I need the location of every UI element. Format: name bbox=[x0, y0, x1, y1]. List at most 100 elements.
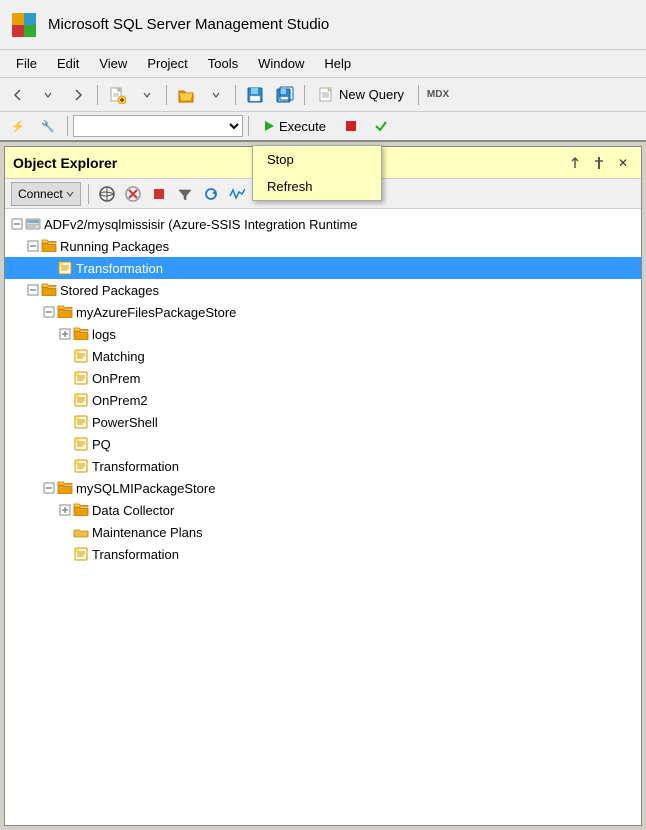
menu-file[interactable]: File bbox=[8, 54, 45, 73]
back-dropdown[interactable] bbox=[34, 82, 62, 108]
tree-label-pq: PQ bbox=[92, 437, 111, 452]
oe-connect-button[interactable]: Connect bbox=[11, 182, 81, 206]
execute-button[interactable]: Execute bbox=[254, 114, 335, 138]
tree-item-onprem2[interactable]: OnPrem2 bbox=[5, 389, 641, 411]
expand-icon-logs[interactable] bbox=[57, 326, 73, 342]
tree-item-transformation2[interactable]: Transformation bbox=[5, 455, 641, 477]
tree-label-maintenanceplans: Maintenance Plans bbox=[92, 525, 203, 540]
tree-label-matching: Matching bbox=[92, 349, 145, 364]
menu-help[interactable]: Help bbox=[316, 54, 359, 73]
expand-icon-myAzure[interactable] bbox=[41, 304, 57, 320]
tree-item-transformation[interactable]: Transformation bbox=[5, 257, 641, 279]
save-all-button[interactable] bbox=[271, 82, 299, 108]
expand-icon-matching[interactable] bbox=[57, 348, 73, 364]
tree-item-stored[interactable]: Stored Packages bbox=[5, 279, 641, 301]
tree-label-transformation: Transformation bbox=[76, 261, 163, 276]
expand-icon-datacollector[interactable] bbox=[57, 502, 73, 518]
mdx-button[interactable]: MDX bbox=[424, 82, 452, 108]
expand-icon-transformation[interactable] bbox=[41, 260, 57, 276]
tree-item-running[interactable]: Running Packages bbox=[5, 235, 641, 257]
expand-icon-onprem[interactable] bbox=[57, 370, 73, 386]
tree-item-onprem[interactable]: OnPrem bbox=[5, 367, 641, 389]
expand-icon-onprem2[interactable] bbox=[57, 392, 73, 408]
expand-icon-server[interactable] bbox=[9, 216, 25, 232]
ssms-icon bbox=[10, 11, 38, 39]
open-button[interactable] bbox=[172, 82, 200, 108]
context-menu-stop[interactable]: Stop bbox=[253, 146, 381, 173]
context-menu-refresh[interactable]: Refresh bbox=[253, 173, 381, 200]
menu-tools[interactable]: Tools bbox=[200, 54, 246, 73]
expand-icon-stored[interactable] bbox=[25, 282, 41, 298]
tree-label-stored: Stored Packages bbox=[60, 283, 159, 298]
package-icon-transformation3 bbox=[73, 546, 89, 562]
folder-icon-myAzure bbox=[57, 304, 73, 320]
tree-label-logs: logs bbox=[92, 327, 116, 342]
tree-label-running: Running Packages bbox=[60, 239, 169, 254]
new-file-dropdown[interactable] bbox=[133, 82, 161, 108]
menu-view[interactable]: View bbox=[91, 54, 135, 73]
toolbar2-icon1[interactable]: ⚡ bbox=[4, 113, 32, 139]
oe-disconnect-icon[interactable] bbox=[122, 183, 144, 205]
tree-item-myAzure[interactable]: myAzureFilesPackageStore bbox=[5, 301, 641, 323]
expand-icon-running[interactable] bbox=[25, 238, 41, 254]
tree-item-datacollector[interactable]: Data Collector bbox=[5, 499, 641, 521]
package-icon-pq bbox=[73, 436, 89, 452]
tree-label-mySQLMI: mySQLMIPackageStore bbox=[76, 481, 215, 496]
toolbar2-sep2 bbox=[248, 116, 249, 136]
oe-connect-label: Connect bbox=[18, 187, 63, 201]
tree-item-logs[interactable]: logs bbox=[5, 323, 641, 345]
toolbar-separator-1 bbox=[97, 85, 98, 105]
back-button[interactable] bbox=[4, 82, 32, 108]
toolbar2-icon2[interactable]: 🔧 bbox=[34, 113, 62, 139]
title-bar: Microsoft SQL Server Management Studio bbox=[0, 0, 646, 50]
toolbar2-sep bbox=[67, 116, 68, 136]
database-dropdown[interactable] bbox=[73, 115, 243, 137]
package-icon-powershell bbox=[73, 414, 89, 430]
tree-label-powershell: PowerShell bbox=[92, 415, 158, 430]
open-dropdown[interactable] bbox=[202, 82, 230, 108]
save-button[interactable] bbox=[241, 82, 269, 108]
parse-button[interactable] bbox=[367, 113, 395, 139]
tree-item-server[interactable]: ADFv2/mysqlmissisir (Azure-SSIS Integrat… bbox=[5, 213, 641, 235]
package-icon-matching bbox=[73, 348, 89, 364]
toolbar-separator-5 bbox=[418, 85, 419, 105]
tree-label-server: ADFv2/mysqlmissisir (Azure-SSIS Integrat… bbox=[44, 217, 358, 232]
menu-window[interactable]: Window bbox=[250, 54, 312, 73]
tree-item-powershell[interactable]: PowerShell bbox=[5, 411, 641, 433]
oe-connect-icon[interactable] bbox=[96, 183, 118, 205]
oe-refresh-icon[interactable] bbox=[200, 183, 222, 205]
toolbar-separator-4 bbox=[304, 85, 305, 105]
oe-filter-icon[interactable] bbox=[174, 183, 196, 205]
oe-sep1 bbox=[88, 184, 89, 204]
toolbar-separator-3 bbox=[235, 85, 236, 105]
expand-icon-maintenanceplans[interactable] bbox=[57, 524, 73, 540]
package-icon-transformation2 bbox=[73, 458, 89, 474]
app-title: Microsoft SQL Server Management Studio bbox=[48, 16, 329, 33]
oe-close-icon[interactable]: ✕ bbox=[613, 153, 633, 173]
main-toolbar: New Query MDX bbox=[0, 78, 646, 112]
folder-icon-stored bbox=[41, 282, 57, 298]
expand-icon-mySQLMI[interactable] bbox=[41, 480, 57, 496]
expand-icon-powershell[interactable] bbox=[57, 414, 73, 430]
tree-label-datacollector: Data Collector bbox=[92, 503, 174, 518]
oe-activity-icon[interactable] bbox=[226, 183, 248, 205]
tree-item-maintenanceplans[interactable]: Maintenance Plans bbox=[5, 521, 641, 543]
expand-icon-transformation2[interactable] bbox=[57, 458, 73, 474]
oe-pin-icon[interactable] bbox=[589, 153, 609, 173]
new-file-button[interactable] bbox=[103, 82, 131, 108]
forward-button[interactable] bbox=[64, 82, 92, 108]
new-query-button[interactable]: New Query bbox=[310, 82, 413, 108]
menu-edit[interactable]: Edit bbox=[49, 54, 87, 73]
oe-pin-down-icon[interactable] bbox=[565, 153, 585, 173]
expand-icon-pq[interactable] bbox=[57, 436, 73, 452]
tree-item-transformation3[interactable]: Transformation bbox=[5, 543, 641, 565]
oe-stop-icon[interactable] bbox=[148, 183, 170, 205]
tree-item-pq[interactable]: PQ bbox=[5, 433, 641, 455]
tree-item-matching[interactable]: Matching bbox=[5, 345, 641, 367]
folder-icon-mySQLMI bbox=[57, 480, 73, 496]
stop-query-button[interactable] bbox=[337, 113, 365, 139]
menu-project[interactable]: Project bbox=[139, 54, 195, 73]
server-icon-server bbox=[25, 216, 41, 232]
expand-icon-transformation3[interactable] bbox=[57, 546, 73, 562]
tree-item-mySQLMI[interactable]: mySQLMIPackageStore bbox=[5, 477, 641, 499]
